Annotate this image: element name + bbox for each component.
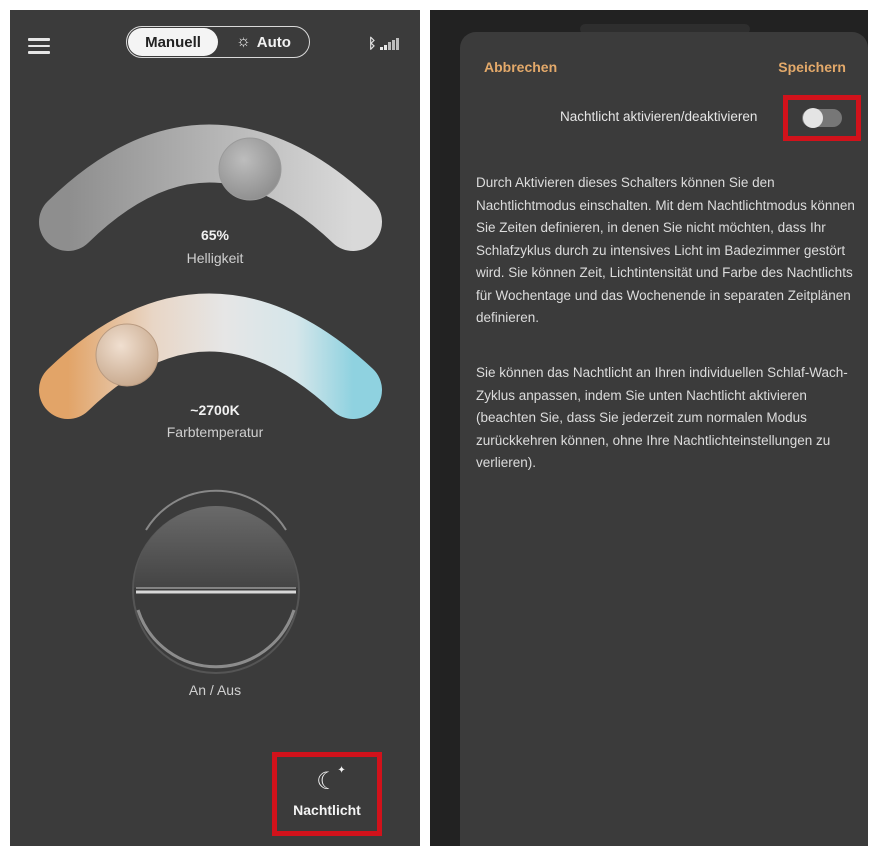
moon-icon: ☾ ✦ bbox=[316, 765, 346, 795]
color-temperature-label: Farbtemperatur bbox=[166, 424, 264, 440]
nightlight-settings-screen: Abbrechen Speichern Nachtlicht aktiviere… bbox=[430, 10, 868, 846]
color-temperature-slider-knob[interactable] bbox=[95, 323, 159, 387]
nightlight-toggle-label: Nachtlicht aktivieren/deaktivieren bbox=[560, 109, 758, 124]
brightness-value: 65% bbox=[200, 227, 230, 243]
brightness-label: Helligkeit bbox=[186, 250, 244, 266]
nightlight-toggle-switch[interactable] bbox=[802, 108, 842, 128]
nightlight-sheet: Abbrechen Speichern Nachtlicht aktiviere… bbox=[460, 32, 868, 846]
description-paragraph-2: Sie können das Nachtlicht an Ihren indiv… bbox=[476, 365, 848, 470]
brightness-slider-knob[interactable] bbox=[218, 137, 282, 201]
nightlight-label: Nachtlicht bbox=[293, 802, 361, 818]
save-button[interactable]: Speichern bbox=[778, 59, 846, 75]
cancel-button[interactable]: Abbrechen bbox=[484, 59, 557, 75]
power-button[interactable] bbox=[132, 489, 300, 674]
nightlight-toggle-highlight bbox=[783, 95, 861, 141]
power-label: An / Aus bbox=[188, 682, 242, 698]
brightness-slider-track[interactable] bbox=[39, 124, 382, 251]
color-temperature-value: ~2700K bbox=[190, 402, 240, 418]
main-screen: Manuell ☼ Auto ᛒ 65% Helligkeit ~2700K F… bbox=[10, 10, 420, 846]
description-paragraph-1: Durch Aktivieren dieses Schalters können… bbox=[476, 175, 855, 325]
nightlight-button[interactable]: ☾ ✦ Nachtlicht bbox=[272, 752, 382, 836]
